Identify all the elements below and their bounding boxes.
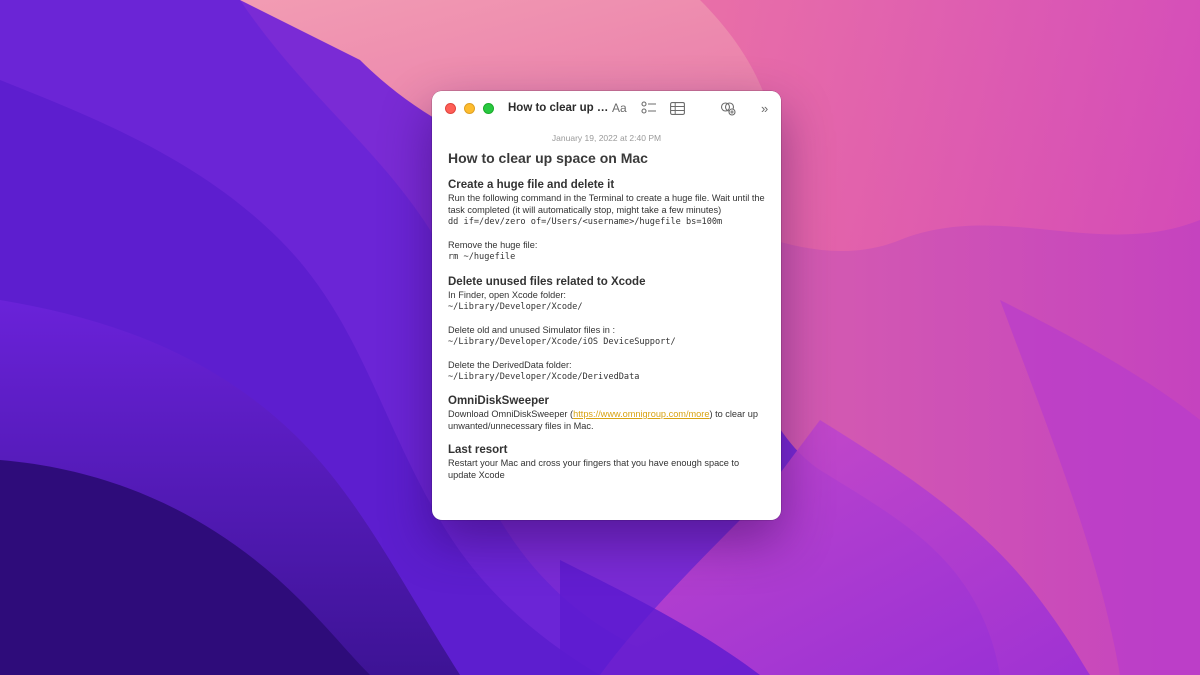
notes-window: How to clear up sp... Aa » January 19, 2…	[432, 91, 781, 520]
checklist-icon[interactable]	[641, 100, 657, 116]
window-title: How to clear up sp...	[508, 102, 612, 114]
section-text: Delete the DerivedData folder:	[448, 360, 572, 370]
section-last-resort: Last resort Restart your Mac and cross y…	[448, 443, 765, 481]
desktop-wallpaper: How to clear up sp... Aa » January 19, 2…	[0, 0, 1200, 675]
section-huge-file: Create a huge file and delete it Run the…	[448, 178, 765, 263]
note-date: January 19, 2022 at 2:40 PM	[551, 133, 662, 143]
code-line: dd if=/dev/zero of=/Users/<username>/hug…	[448, 217, 723, 227]
more-toolbar-button[interactable]: »	[761, 100, 768, 116]
section-heading: Delete unused files related to Xcode	[448, 276, 646, 288]
window-controls	[445, 102, 494, 114]
section-text: Restart your Mac and cross your fingers …	[448, 458, 740, 480]
section-omnidisksweeper: OmniDiskSweeper Download OmniDiskSweeper…	[448, 394, 765, 432]
section-heading: Create a huge file and delete it	[448, 179, 615, 191]
code-line: ~/Library/Developer/Xcode/	[448, 302, 583, 312]
note-title: How to clear up space on Mac	[448, 150, 648, 166]
code-line: ~/Library/Developer/Xcode/DerivedData	[448, 372, 640, 382]
section-text: Remove the huge file:	[448, 240, 538, 250]
title-bar: How to clear up sp... Aa »	[432, 91, 781, 125]
zoom-button[interactable]	[483, 102, 494, 114]
text-before-link: Download OmniDiskSweeper (	[448, 409, 574, 419]
note-body[interactable]: January 19, 2022 at 2:40 PM How to clear…	[432, 133, 781, 481]
code-line: ~/Library/Developer/Xcode/iOS DeviceSupp…	[448, 337, 676, 347]
section-text: Delete old and unused Simulator files in…	[448, 325, 616, 335]
close-button[interactable]	[445, 102, 456, 114]
minimize-button[interactable]	[464, 102, 475, 114]
section-text: Run the following command in the Termina…	[448, 193, 765, 215]
collaborate-icon[interactable]	[720, 100, 736, 116]
table-icon[interactable]	[670, 100, 685, 116]
section-text: In Finder, open Xcode folder:	[448, 290, 566, 300]
format-button[interactable]: Aa	[612, 100, 627, 116]
code-line: rm ~/hugefile	[448, 252, 516, 262]
section-heading: Last resort	[448, 444, 508, 456]
omnigroup-link[interactable]: https://www.omnigroup.com/more	[573, 409, 709, 419]
section-text: Download OmniDiskSweeper (https://www.om…	[448, 408, 765, 432]
section-heading: OmniDiskSweeper	[448, 395, 549, 407]
section-xcode: Delete unused files related to Xcode In …	[448, 275, 765, 383]
